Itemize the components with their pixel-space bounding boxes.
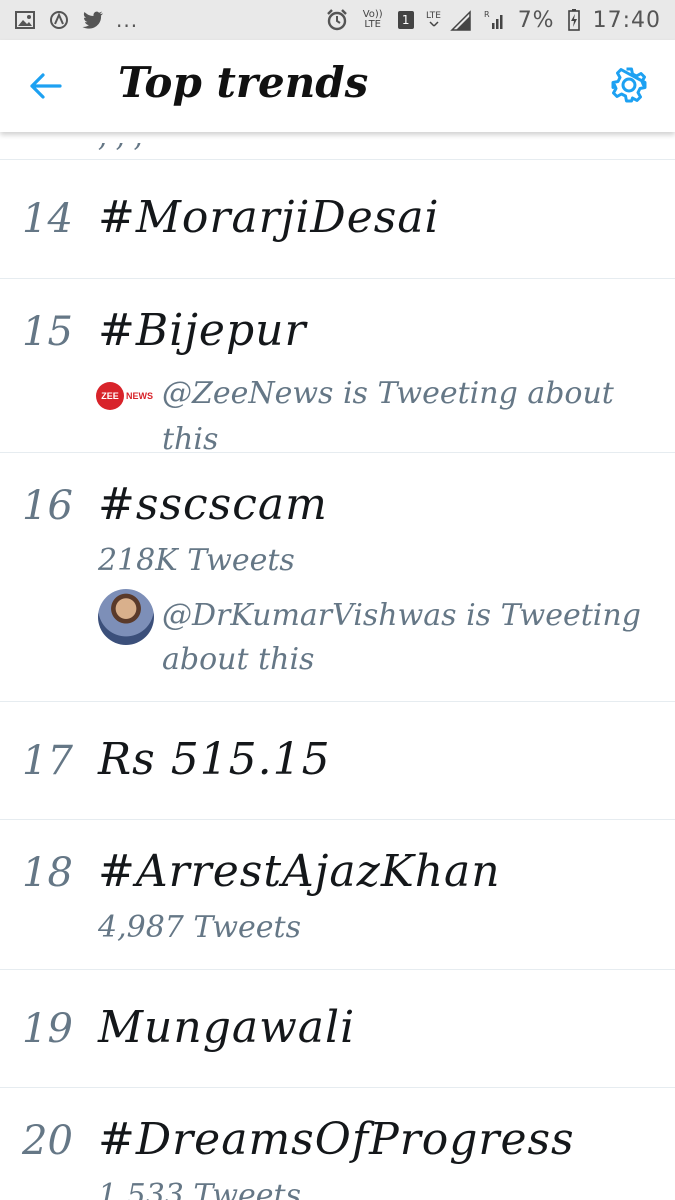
trend-row[interactable]: 17 Rs 515.15 bbox=[0, 702, 675, 820]
trend-name: #Bijepur bbox=[98, 305, 307, 356]
trend-rank: 16 bbox=[22, 483, 73, 529]
settings-gear-icon[interactable] bbox=[610, 66, 648, 104]
signal-r-icon: R bbox=[484, 10, 506, 30]
trend-name: Rs 515.15 bbox=[98, 734, 331, 785]
trend-name: #sscscam bbox=[98, 479, 328, 530]
battery-percent: 7% bbox=[517, 7, 555, 33]
more-notifications-dots: ... bbox=[116, 8, 139, 32]
trend-name: #MorarjiDesai bbox=[98, 192, 440, 243]
trend-rank: 19 bbox=[22, 1006, 73, 1052]
zee-news-logo: ZEE NEWS bbox=[96, 379, 154, 413]
app-bar: Top trends bbox=[0, 40, 675, 132]
status-left: ... bbox=[14, 8, 138, 32]
zee-logo-news: NEWS bbox=[126, 391, 153, 401]
trend-row[interactable]: 14 #MorarjiDesai bbox=[0, 160, 675, 279]
tweet-count: 218K Tweets bbox=[98, 543, 295, 578]
trend-rank: 20 bbox=[22, 1118, 73, 1164]
sim-indicator: 1 bbox=[397, 11, 414, 29]
status-bar: ... Vo)) LTE 1 LTE R 7% 17:40 bbox=[0, 0, 675, 40]
trend-name: #ArrestAjazKhan bbox=[98, 846, 501, 897]
lte-signal-icon: LTE bbox=[426, 10, 472, 31]
tweet-count: 1,533 Tweets bbox=[98, 1178, 301, 1200]
trend-rank: 17 bbox=[22, 738, 73, 784]
twitter-bird-icon bbox=[82, 10, 104, 30]
battery-charging-icon bbox=[567, 9, 581, 31]
svg-text:LTE: LTE bbox=[426, 11, 441, 21]
tweet-count: 4,987 Tweets bbox=[98, 910, 301, 945]
trend-context-line2: about this bbox=[162, 642, 315, 677]
trend-rank: 14 bbox=[22, 196, 73, 242]
clipped-previous-row: , , , bbox=[98, 132, 143, 153]
gallery-icon bbox=[14, 10, 36, 30]
clock-time: 17:40 bbox=[592, 7, 661, 33]
app-notification-icon bbox=[48, 10, 70, 30]
trend-row[interactable]: 19 Mungawali bbox=[0, 970, 675, 1088]
alarm-icon bbox=[326, 9, 348, 31]
volte-indicator: Vo)) LTE bbox=[362, 9, 383, 30]
trends-list: , , , 14 #MorarjiDesai 15 #Bijepur ZEE N… bbox=[0, 132, 675, 1200]
partial-row-previous: , , , bbox=[0, 132, 675, 160]
user-avatar bbox=[98, 589, 154, 645]
trend-context-line1: @DrKumarVishwas is Tweeting bbox=[162, 598, 641, 633]
trend-name: Mungawali bbox=[98, 1002, 356, 1053]
trend-context: @ZeeNews is Tweeting about this bbox=[162, 376, 614, 457]
status-right: Vo)) LTE 1 LTE R 7% 17:40 bbox=[326, 8, 661, 33]
trend-row[interactable]: 16 #sscscam 218K Tweets @DrKumarVishwas … bbox=[0, 453, 675, 702]
trend-row[interactable]: 18 #ArrestAjazKhan 4,987 Tweets bbox=[0, 820, 675, 970]
trend-row[interactable]: 20 #DreamsOfProgress 1,533 Tweets bbox=[0, 1088, 675, 1200]
zee-logo-mark: ZEE bbox=[96, 382, 124, 410]
trend-rank: 15 bbox=[22, 309, 73, 355]
trend-row[interactable]: 15 #Bijepur ZEE NEWS @ZeeNews is Tweetin… bbox=[0, 279, 675, 457]
back-arrow-icon[interactable] bbox=[28, 70, 62, 102]
page-title: Top trends bbox=[118, 58, 369, 107]
trend-rank: 18 bbox=[22, 850, 73, 896]
svg-text:R: R bbox=[484, 10, 490, 19]
trend-name: #DreamsOfProgress bbox=[98, 1114, 575, 1165]
